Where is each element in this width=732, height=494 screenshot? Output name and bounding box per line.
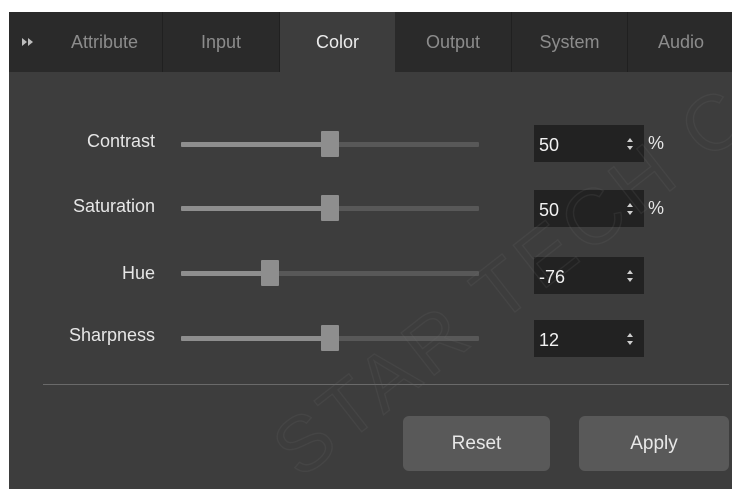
- divider: [43, 384, 729, 385]
- slider-fill: [181, 336, 330, 341]
- sharpness-spinbox: [534, 320, 644, 357]
- saturation-input[interactable]: [534, 190, 616, 227]
- spin-arrows-icon[interactable]: [616, 125, 644, 162]
- contrast-slider[interactable]: [181, 131, 479, 157]
- slider-thumb[interactable]: [261, 260, 280, 286]
- contrast-spinbox: %: [534, 125, 664, 162]
- color-settings-panel: Attribute Input Color Output System Audi…: [9, 12, 732, 489]
- sharpness-label: Sharpness: [68, 325, 155, 345]
- hue-slider[interactable]: [181, 260, 479, 286]
- double-chevron-right-icon: [22, 37, 34, 47]
- reset-button[interactable]: Reset: [403, 416, 550, 471]
- tab-input[interactable]: Input: [163, 12, 280, 72]
- tab-color[interactable]: Color: [280, 12, 395, 72]
- expand-button[interactable]: [9, 12, 47, 72]
- slider-thumb[interactable]: [321, 195, 339, 221]
- sharpness-input[interactable]: [534, 320, 616, 357]
- contrast-label: Contrast: [86, 131, 155, 151]
- slider-thumb[interactable]: [321, 325, 339, 351]
- tab-audio[interactable]: Audio: [628, 12, 732, 72]
- saturation-unit: %: [648, 198, 665, 218]
- saturation-spinbox: %: [534, 190, 664, 227]
- apply-button[interactable]: Apply: [579, 416, 729, 471]
- spin-arrows-icon[interactable]: [616, 320, 644, 357]
- tab-bar: Attribute Input Color Output System Audi…: [9, 12, 732, 72]
- hue-input[interactable]: [534, 257, 616, 294]
- tab-system[interactable]: System: [512, 12, 628, 72]
- slider-fill: [181, 271, 271, 276]
- spin-arrows-icon[interactable]: [616, 190, 644, 227]
- hue-label: Hue: [121, 263, 155, 283]
- slider-fill: [181, 142, 330, 147]
- tab-output[interactable]: Output: [395, 12, 512, 72]
- sharpness-slider[interactable]: [181, 325, 479, 351]
- tab-attribute[interactable]: Attribute: [47, 12, 163, 72]
- hue-spinbox: [534, 257, 644, 294]
- spin-arrows-icon[interactable]: [616, 257, 644, 294]
- contrast-unit: %: [648, 133, 665, 153]
- slider-thumb[interactable]: [321, 131, 339, 157]
- saturation-label: Saturation: [72, 196, 155, 216]
- saturation-slider[interactable]: [181, 195, 479, 221]
- contrast-input[interactable]: [534, 125, 616, 162]
- slider-fill: [181, 206, 330, 211]
